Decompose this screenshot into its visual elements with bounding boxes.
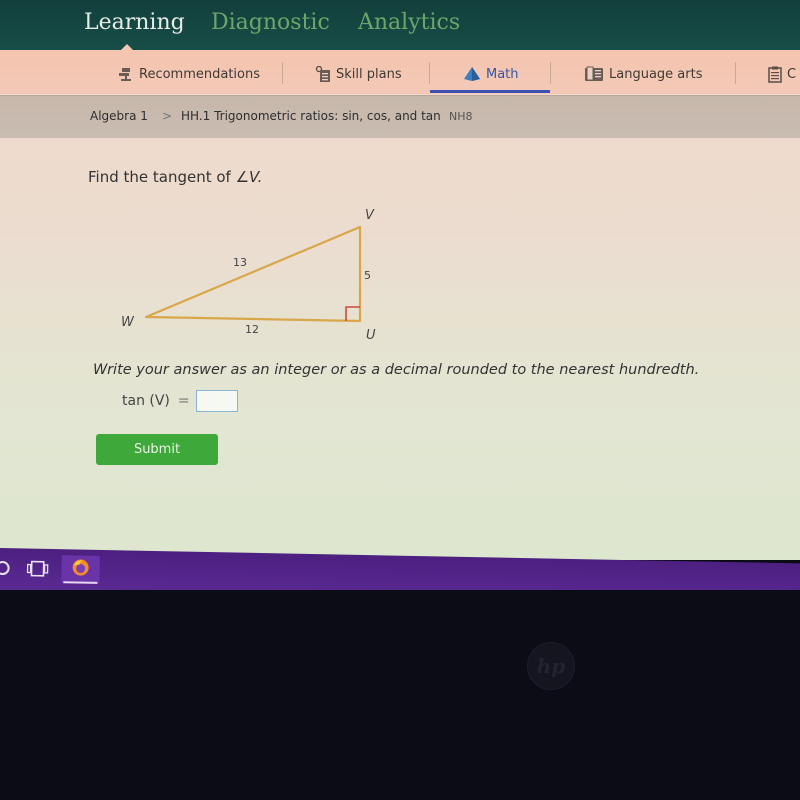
answer-instructions: Write your answer as an integer or as a … xyxy=(93,362,700,378)
side-label-wu: 12 xyxy=(245,323,259,336)
answer-label: tan (V) xyxy=(122,393,170,409)
firefox-icon xyxy=(70,557,90,581)
browser-viewport: Learning Diagnostic Analytics Recommenda… xyxy=(0,0,800,560)
answer-row: tan (V) = xyxy=(122,390,238,412)
side-label-wv: 13 xyxy=(233,256,247,269)
hp-logo-icon: hp xyxy=(527,642,575,690)
triangle-shape xyxy=(144,225,362,323)
side-label-uv: 5 xyxy=(364,269,371,282)
vertex-label-v: V xyxy=(365,208,375,223)
task-view-icon[interactable] xyxy=(23,554,52,583)
equals-sign: = xyxy=(177,393,190,409)
triangle-diagram: V W U 13 5 12 xyxy=(121,208,376,343)
taskbar-firefox[interactable] xyxy=(61,555,100,584)
vertex-label-w: W xyxy=(121,315,135,330)
answer-input[interactable] xyxy=(195,390,238,412)
submit-button[interactable]: Submit xyxy=(96,434,218,465)
active-app-indicator xyxy=(63,581,98,584)
laptop-bezel: hp xyxy=(0,590,800,800)
search-icon[interactable] xyxy=(0,554,14,582)
vertex-label-u: U xyxy=(366,328,376,343)
right-angle-marker xyxy=(345,306,360,321)
